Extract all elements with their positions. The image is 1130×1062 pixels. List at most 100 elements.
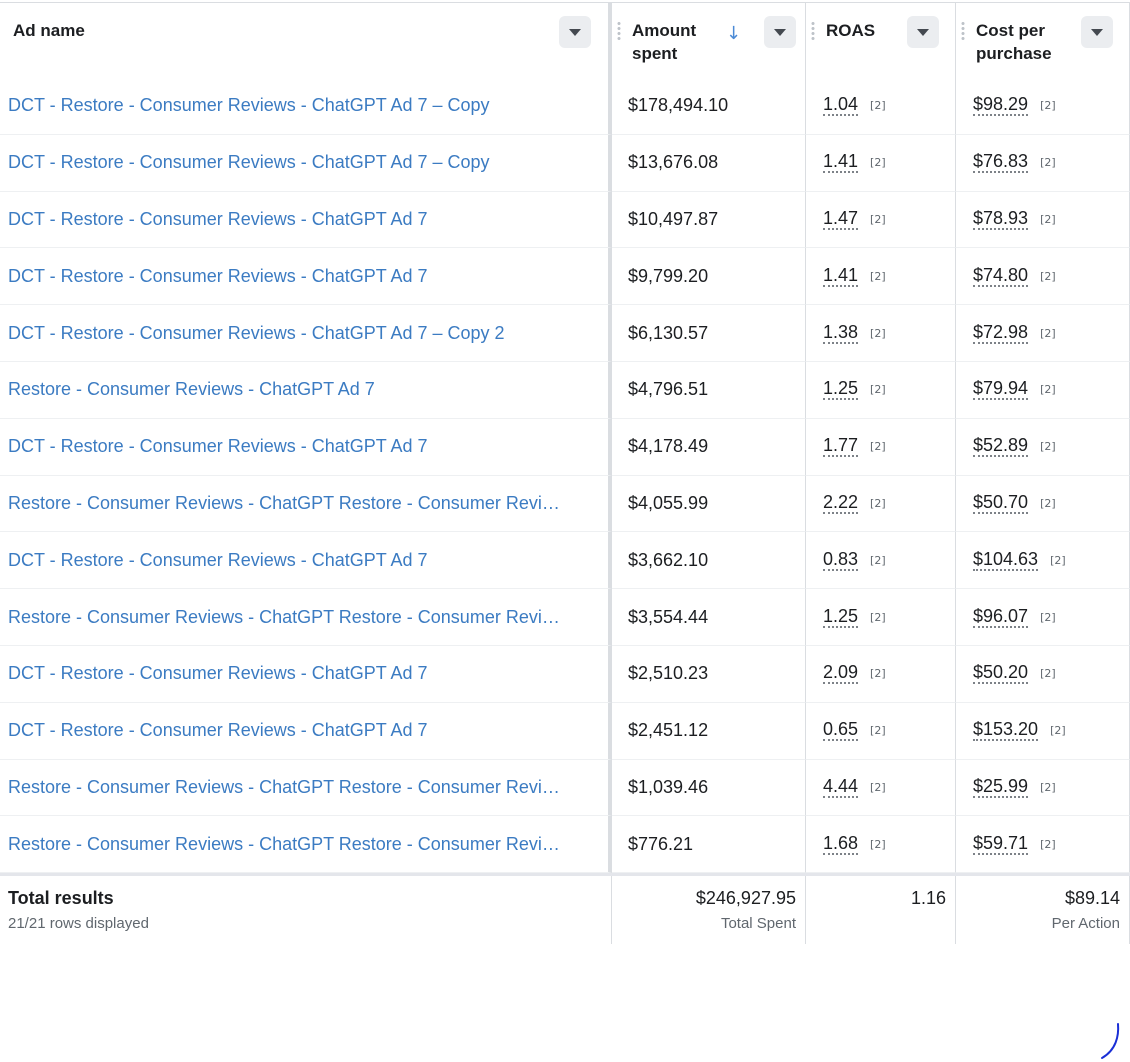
amount-spent-cell: $9,799.20 <box>612 248 806 306</box>
drag-handle-icon[interactable] <box>811 21 815 41</box>
attribution-note: [2] <box>870 667 886 681</box>
ad-name-link[interactable]: DCT - Restore - Consumer Reviews - ChatG… <box>8 550 427 571</box>
cost-per-purchase-value[interactable]: $72.98 <box>973 323 1029 344</box>
ad-name-link[interactable]: DCT - Restore - Consumer Reviews - ChatG… <box>8 95 490 116</box>
amount-spent-value: $13,676.08 <box>628 152 719 173</box>
amount-spent-value: $2,510.23 <box>628 663 709 684</box>
roas-value[interactable]: 1.47 <box>823 209 859 230</box>
cost-per-purchase-value[interactable]: $50.70 <box>973 493 1029 514</box>
roas-value[interactable]: 1.38 <box>823 323 859 344</box>
roas-value[interactable]: 1.25 <box>823 379 859 401</box>
attribution-note: [2] <box>870 780 886 794</box>
attribution-note: [2] <box>1050 724 1066 738</box>
column-menu-button[interactable] <box>559 16 591 48</box>
drag-handle-icon[interactable] <box>617 21 621 41</box>
attribution-note: [2] <box>870 326 886 340</box>
column-header-amount-spent[interactable]: Amount spent ↓ <box>612 3 806 78</box>
table-row[interactable]: DCT - Restore - Consumer Reviews - ChatG… <box>0 418 1130 476</box>
table-row[interactable]: Restore - Consumer Reviews - ChatGPT Res… <box>0 589 1130 646</box>
table-row[interactable]: DCT - Restore - Consumer Reviews - ChatG… <box>0 532 1130 590</box>
ad-name-link[interactable]: DCT - Restore - Consumer Reviews - ChatG… <box>8 323 505 344</box>
table-row[interactable]: DCT - Restore - Consumer Reviews - ChatG… <box>0 191 1130 249</box>
cost-per-purchase-value[interactable]: $59.71 <box>973 834 1029 855</box>
roas-value[interactable]: 0.65 <box>823 720 859 742</box>
arrow-down-icon[interactable]: ↓ <box>726 23 741 44</box>
cost-per-purchase-value[interactable]: $50.20 <box>973 663 1029 685</box>
cost-per-purchase-value[interactable]: $98.29 <box>973 95 1029 117</box>
cost-per-purchase-value[interactable]: $104.63 <box>973 550 1039 571</box>
ad-name-link[interactable]: Restore - Consumer Reviews - ChatGPT Res… <box>8 607 560 628</box>
attribution-note: [2] <box>870 212 886 226</box>
column-header-roas[interactable]: ROAS <box>806 3 956 78</box>
ad-name-link[interactable]: Restore - Consumer Reviews - ChatGPT Res… <box>8 493 560 514</box>
drag-handle-icon[interactable] <box>961 21 965 41</box>
table-row[interactable]: DCT - Restore - Consumer Reviews - ChatG… <box>0 248 1130 306</box>
table-row[interactable]: Restore - Consumer Reviews - ChatGPT Res… <box>0 759 1130 817</box>
table-row[interactable]: DCT - Restore - Consumer Reviews - ChatG… <box>0 305 1130 362</box>
ad-name-link[interactable]: DCT - Restore - Consumer Reviews - ChatG… <box>8 663 427 684</box>
total-cpp-cell: $89.14 Per Action <box>956 876 1130 945</box>
roas-value[interactable]: 2.09 <box>823 663 859 685</box>
roas-cell: 2.09 [2] <box>806 645 956 703</box>
ad-name-cell: DCT - Restore - Consumer Reviews - ChatG… <box>0 305 612 362</box>
roas-value[interactable]: 1.68 <box>823 834 859 855</box>
column-menu-button[interactable] <box>764 16 796 48</box>
table-row[interactable]: DCT - Restore - Consumer Reviews - ChatG… <box>0 702 1130 760</box>
ad-name-cell: DCT - Restore - Consumer Reviews - ChatG… <box>0 191 612 249</box>
column-title: Amount spent <box>632 21 697 63</box>
ad-name-link[interactable]: Restore - Consumer Reviews - ChatGPT Ad … <box>8 379 375 400</box>
roas-value[interactable]: 2.22 <box>823 493 859 514</box>
cost-per-purchase-value[interactable]: $74.80 <box>973 266 1029 287</box>
amount-spent-value: $776.21 <box>628 833 694 854</box>
table-row[interactable]: Restore - Consumer Reviews - ChatGPT Res… <box>0 475 1130 533</box>
attribution-note: [2] <box>1040 780 1056 794</box>
attribution-note: [2] <box>1040 667 1056 681</box>
ad-name-link[interactable]: DCT - Restore - Consumer Reviews - ChatG… <box>8 152 490 173</box>
ad-name-link[interactable]: DCT - Restore - Consumer Reviews - ChatG… <box>8 436 427 457</box>
roas-value[interactable]: 1.41 <box>823 266 859 287</box>
ad-name-link[interactable]: DCT - Restore - Consumer Reviews - ChatG… <box>8 720 427 741</box>
roas-value[interactable]: 1.04 <box>823 95 859 117</box>
amount-spent-value: $4,796.51 <box>628 379 709 400</box>
cost-per-purchase-value[interactable]: $76.83 <box>973 152 1029 174</box>
amount-spent-cell: $13,676.08 <box>612 134 806 192</box>
rows-displayed: 21/21 rows displayed <box>8 915 149 933</box>
attribution-note: [2] <box>1040 383 1056 397</box>
ad-name-link[interactable]: Restore - Consumer Reviews - ChatGPT Res… <box>8 777 560 798</box>
roas-value[interactable]: 1.77 <box>823 436 859 458</box>
cost-per-purchase-value[interactable]: $79.94 <box>973 379 1029 401</box>
column-menu-button[interactable] <box>907 16 939 48</box>
roas-value[interactable]: 0.83 <box>823 550 859 571</box>
table-row[interactable]: Restore - Consumer Reviews - ChatGPT Ad … <box>0 361 1130 419</box>
ad-name-link[interactable]: DCT - Restore - Consumer Reviews - ChatG… <box>8 266 427 287</box>
amount-spent-cell: $10,497.87 <box>612 191 806 249</box>
table-row[interactable]: DCT - Restore - Consumer Reviews - ChatG… <box>0 134 1130 192</box>
table-row[interactable]: Restore - Consumer Reviews - ChatGPT Res… <box>0 816 1130 874</box>
cost-per-purchase-cell: $72.98 [2] <box>956 305 1130 362</box>
amount-spent-value: $1,039.46 <box>628 776 709 797</box>
cost-per-purchase-cell: $78.93 [2] <box>956 191 1130 249</box>
column-menu-button[interactable] <box>1081 16 1113 48</box>
roas-value[interactable]: 1.25 <box>823 607 859 628</box>
attribution-note: [2] <box>870 837 886 851</box>
column-header-ad-name[interactable]: Ad name <box>0 3 612 78</box>
attribution-note: [2] <box>870 496 886 510</box>
cost-per-purchase-value[interactable]: $52.89 <box>973 436 1029 458</box>
attribution-note: [2] <box>870 610 886 624</box>
ads-table: Ad name Amount spent ↓ ROAS Cost per pur… <box>0 2 1130 945</box>
ad-name-link[interactable]: Restore - Consumer Reviews - ChatGPT Res… <box>8 834 560 855</box>
table-row[interactable]: DCT - Restore - Consumer Reviews - ChatG… <box>0 78 1130 135</box>
roas-value[interactable]: 1.41 <box>823 152 859 174</box>
cost-per-purchase-value[interactable]: $78.93 <box>973 209 1029 230</box>
cost-per-purchase-value[interactable]: $153.20 <box>973 720 1039 742</box>
ad-name-link[interactable]: DCT - Restore - Consumer Reviews - ChatG… <box>8 209 427 230</box>
roas-value[interactable]: 4.44 <box>823 777 859 798</box>
column-header-cost-per-purchase[interactable]: Cost per purchase <box>956 3 1130 78</box>
cost-per-purchase-cell: $59.71 [2] <box>956 816 1130 874</box>
cost-per-purchase-value[interactable]: $25.99 <box>973 777 1029 798</box>
table-row[interactable]: DCT - Restore - Consumer Reviews - ChatG… <box>0 645 1130 703</box>
cost-per-purchase-cell: $50.20 [2] <box>956 645 1130 703</box>
cost-per-purchase-value[interactable]: $96.07 <box>973 607 1029 628</box>
amount-spent-cell: $3,662.10 <box>612 532 806 590</box>
pen-stroke-mark <box>1101 1023 1120 1059</box>
